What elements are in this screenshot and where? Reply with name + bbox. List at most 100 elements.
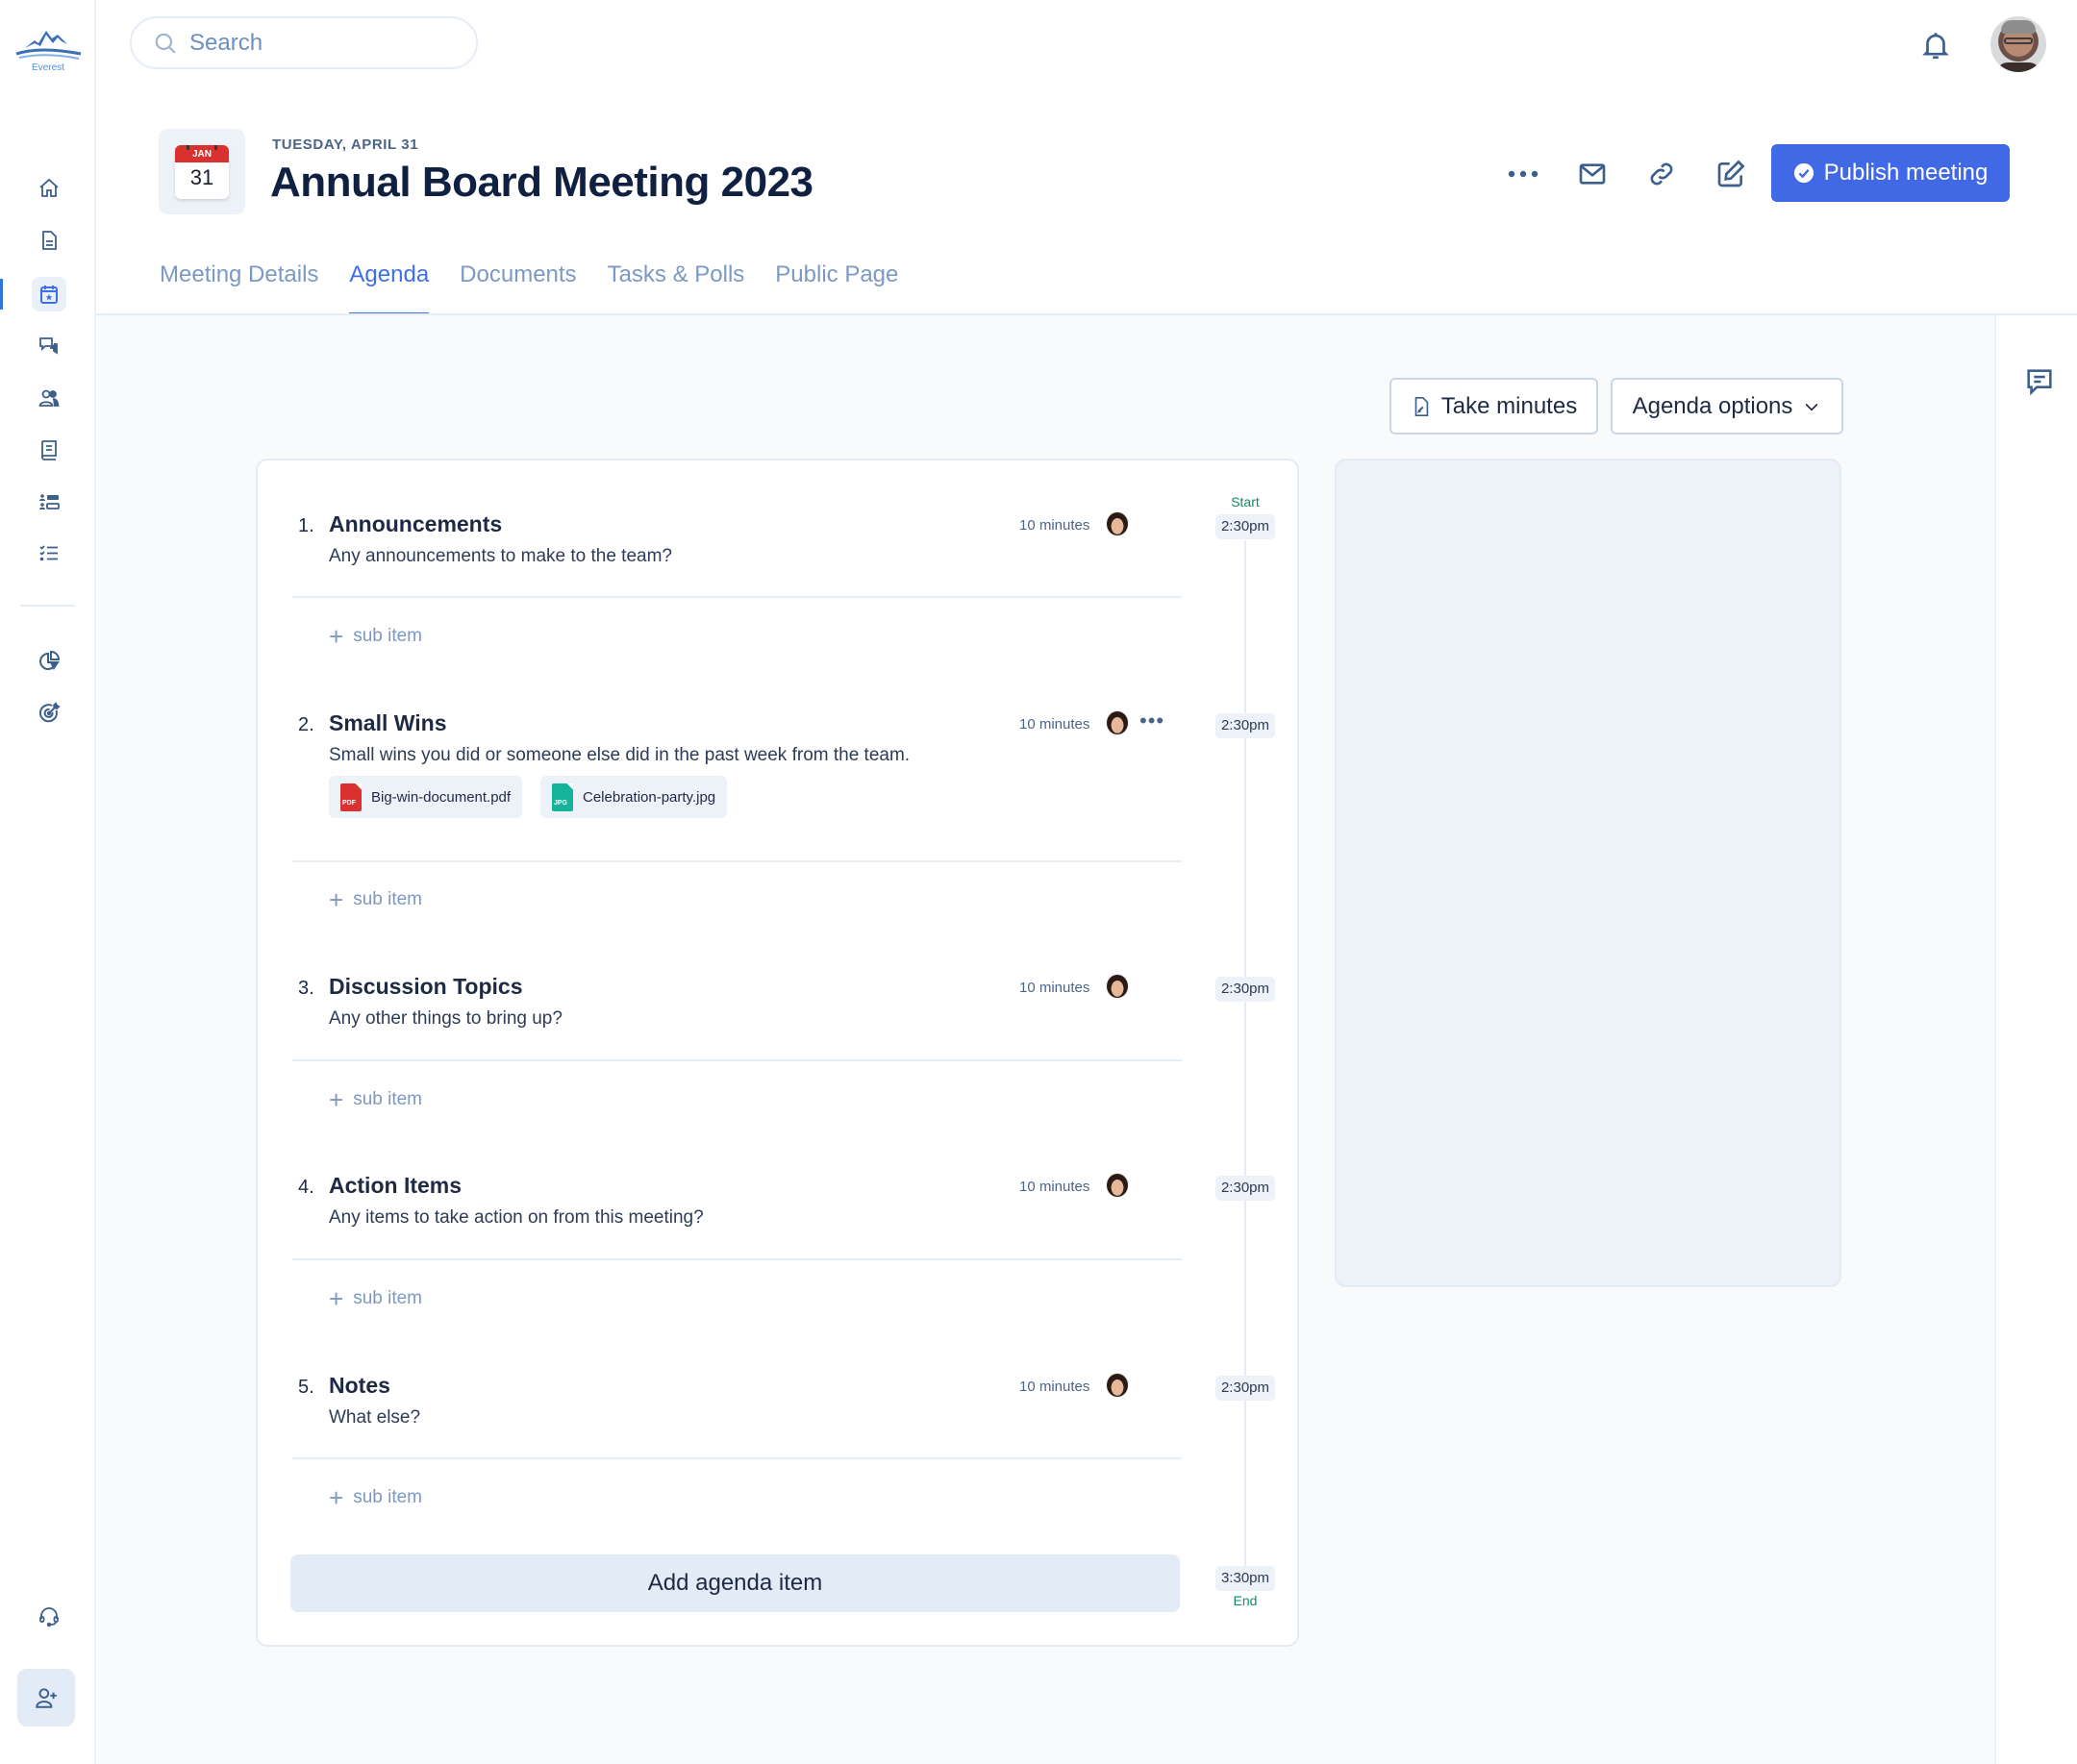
attachment-chip[interactable]: JPG Celebration-party.jpg xyxy=(540,776,728,818)
calendar-month: JAN xyxy=(175,145,229,162)
tab-agenda[interactable]: Agenda xyxy=(349,260,429,315)
calendar-star-icon xyxy=(40,286,58,304)
agenda-item-time: 2:30pm xyxy=(1215,514,1275,539)
add-agenda-item-button[interactable]: Add agenda item xyxy=(290,1554,1180,1612)
agenda-options-label: Agenda options xyxy=(1632,392,1793,419)
agenda-side-panel xyxy=(1335,459,1841,1287)
sidebar-item-library[interactable] xyxy=(32,433,66,467)
sidebar-item-documents[interactable] xyxy=(32,223,66,258)
plus-icon: + xyxy=(329,885,344,914)
sub-item-label: sub item xyxy=(353,1487,422,1507)
agenda-item-time: 2:30pm xyxy=(1215,1376,1275,1401)
sidebar-item-goals[interactable] xyxy=(32,696,66,731)
agenda-item-title[interactable]: Discussion Topics xyxy=(329,974,523,1000)
file-type-label: JPG xyxy=(554,799,568,807)
tab-meeting-details[interactable]: Meeting Details xyxy=(160,260,318,314)
sub-item-label: sub item xyxy=(353,1089,422,1109)
pie-chart-icon xyxy=(39,650,61,670)
agenda-item-duration: 10 minutes xyxy=(1019,980,1090,996)
timeline-end-label: End xyxy=(1233,1593,1258,1608)
sidebar-item-discussions[interactable] xyxy=(32,329,66,363)
add-sub-item-button[interactable]: + sub item xyxy=(329,1284,422,1313)
item-divider xyxy=(292,1258,1182,1260)
agenda-item-description: Any announcements to make to the team? xyxy=(329,546,672,566)
agenda-options-dropdown[interactable]: Agenda options xyxy=(1611,378,1843,435)
more-icon xyxy=(1508,170,1539,178)
agenda-item-description: Any items to take action on from this me… xyxy=(329,1207,704,1228)
presenter-avatar[interactable] xyxy=(1106,710,1129,735)
edit-meeting-button[interactable] xyxy=(1714,157,1748,191)
item-divider xyxy=(292,1059,1182,1061)
agenda-item-time: 2:30pm xyxy=(1215,1176,1275,1201)
plus-icon: + xyxy=(329,1284,344,1313)
tab-tasks-polls[interactable]: Tasks & Polls xyxy=(608,260,745,314)
presenter-avatar[interactable] xyxy=(1106,1373,1129,1398)
publish-meeting-button[interactable]: Publish meeting xyxy=(1771,144,2010,202)
agenda-item-duration: 10 minutes xyxy=(1019,1379,1090,1395)
attachment-name: Big-win-document.pdf xyxy=(371,788,512,806)
attachment-chip[interactable]: PDF Big-win-document.pdf xyxy=(329,776,523,818)
right-rail xyxy=(1994,315,2077,1764)
headset-icon xyxy=(39,1607,59,1627)
avatar-glasses xyxy=(2004,37,2033,44)
user-avatar[interactable] xyxy=(1990,16,2046,72)
calendar-ring xyxy=(187,145,189,150)
agenda-item-number: 3. xyxy=(298,978,314,999)
add-sub-item-button[interactable]: + sub item xyxy=(329,1485,422,1510)
more-options-button[interactable] xyxy=(1506,157,1540,191)
sidebar-item-home[interactable] xyxy=(32,171,66,206)
agenda-item-title[interactable]: Small Wins xyxy=(329,710,447,736)
add-sub-item-button[interactable]: + sub item xyxy=(329,885,422,914)
sidebar-item-reports[interactable] xyxy=(32,644,66,679)
agenda-item-number: 1. xyxy=(298,515,314,536)
search-icon xyxy=(155,33,176,54)
calendar-day: 31 xyxy=(189,165,214,189)
home-icon xyxy=(39,178,59,197)
agenda-item-number: 5. xyxy=(298,1377,314,1398)
add-sub-item-button[interactable]: + sub item xyxy=(329,1087,422,1112)
pdf-file-icon: PDF xyxy=(340,783,362,811)
timeline-start-label: Start xyxy=(1231,494,1260,509)
presenter-avatar[interactable] xyxy=(1106,1173,1129,1198)
item-more-options-icon[interactable]: ••• xyxy=(1139,708,1164,733)
sidebar-divider xyxy=(20,605,75,607)
agenda-item-description: Any other things to bring up? xyxy=(329,1008,563,1029)
agenda-item-title[interactable]: Announcements xyxy=(329,511,502,537)
agenda-item-time: 2:30pm xyxy=(1215,713,1275,738)
tab-documents[interactable]: Documents xyxy=(460,260,576,314)
agenda-item-duration: 10 minutes xyxy=(1019,1179,1090,1195)
sidebar-item-support[interactable] xyxy=(32,1600,66,1634)
sidebar-item-meetings[interactable] xyxy=(32,277,66,311)
agenda-item-title[interactable]: Notes xyxy=(329,1373,390,1399)
add-sub-item-button[interactable]: + sub item xyxy=(329,624,422,649)
sidebar-item-tasks[interactable] xyxy=(32,536,66,571)
search-input[interactable] xyxy=(189,29,459,57)
presenter-avatar[interactable] xyxy=(1106,974,1129,999)
agenda-item-title[interactable]: Action Items xyxy=(329,1173,462,1199)
agenda-item-number: 2. xyxy=(298,714,314,735)
link-icon xyxy=(1650,162,1673,186)
meeting-calendar-tile: JAN 31 xyxy=(159,129,245,214)
avatar-shirt xyxy=(1996,62,2040,72)
take-minutes-button[interactable]: Take minutes xyxy=(1389,378,1598,435)
jpg-file-icon: JPG xyxy=(552,783,573,811)
tab-public-page[interactable]: Public Page xyxy=(775,260,898,314)
comments-icon[interactable] xyxy=(2023,365,2056,398)
presenter-avatar[interactable] xyxy=(1106,511,1129,536)
chat-icon xyxy=(39,337,58,355)
copy-link-button[interactable] xyxy=(1644,157,1679,191)
search-box[interactable] xyxy=(130,16,478,69)
edit-icon xyxy=(1717,160,1745,187)
agenda-item-duration: 10 minutes xyxy=(1019,716,1090,733)
active-nav-indicator xyxy=(0,279,3,310)
sidebar-item-directory[interactable] xyxy=(32,484,66,519)
sidebar-item-people[interactable] xyxy=(32,381,66,415)
invite-user-button[interactable] xyxy=(17,1669,75,1727)
notifications-bell-icon[interactable] xyxy=(1919,29,1952,62)
item-divider xyxy=(292,596,1182,598)
app-logo[interactable]: Everest xyxy=(10,25,87,87)
sub-item-label: sub item xyxy=(353,889,422,909)
mountain-logo-icon xyxy=(15,31,82,60)
attachment-name: Celebration-party.jpg xyxy=(583,788,716,806)
email-button[interactable] xyxy=(1575,157,1610,191)
